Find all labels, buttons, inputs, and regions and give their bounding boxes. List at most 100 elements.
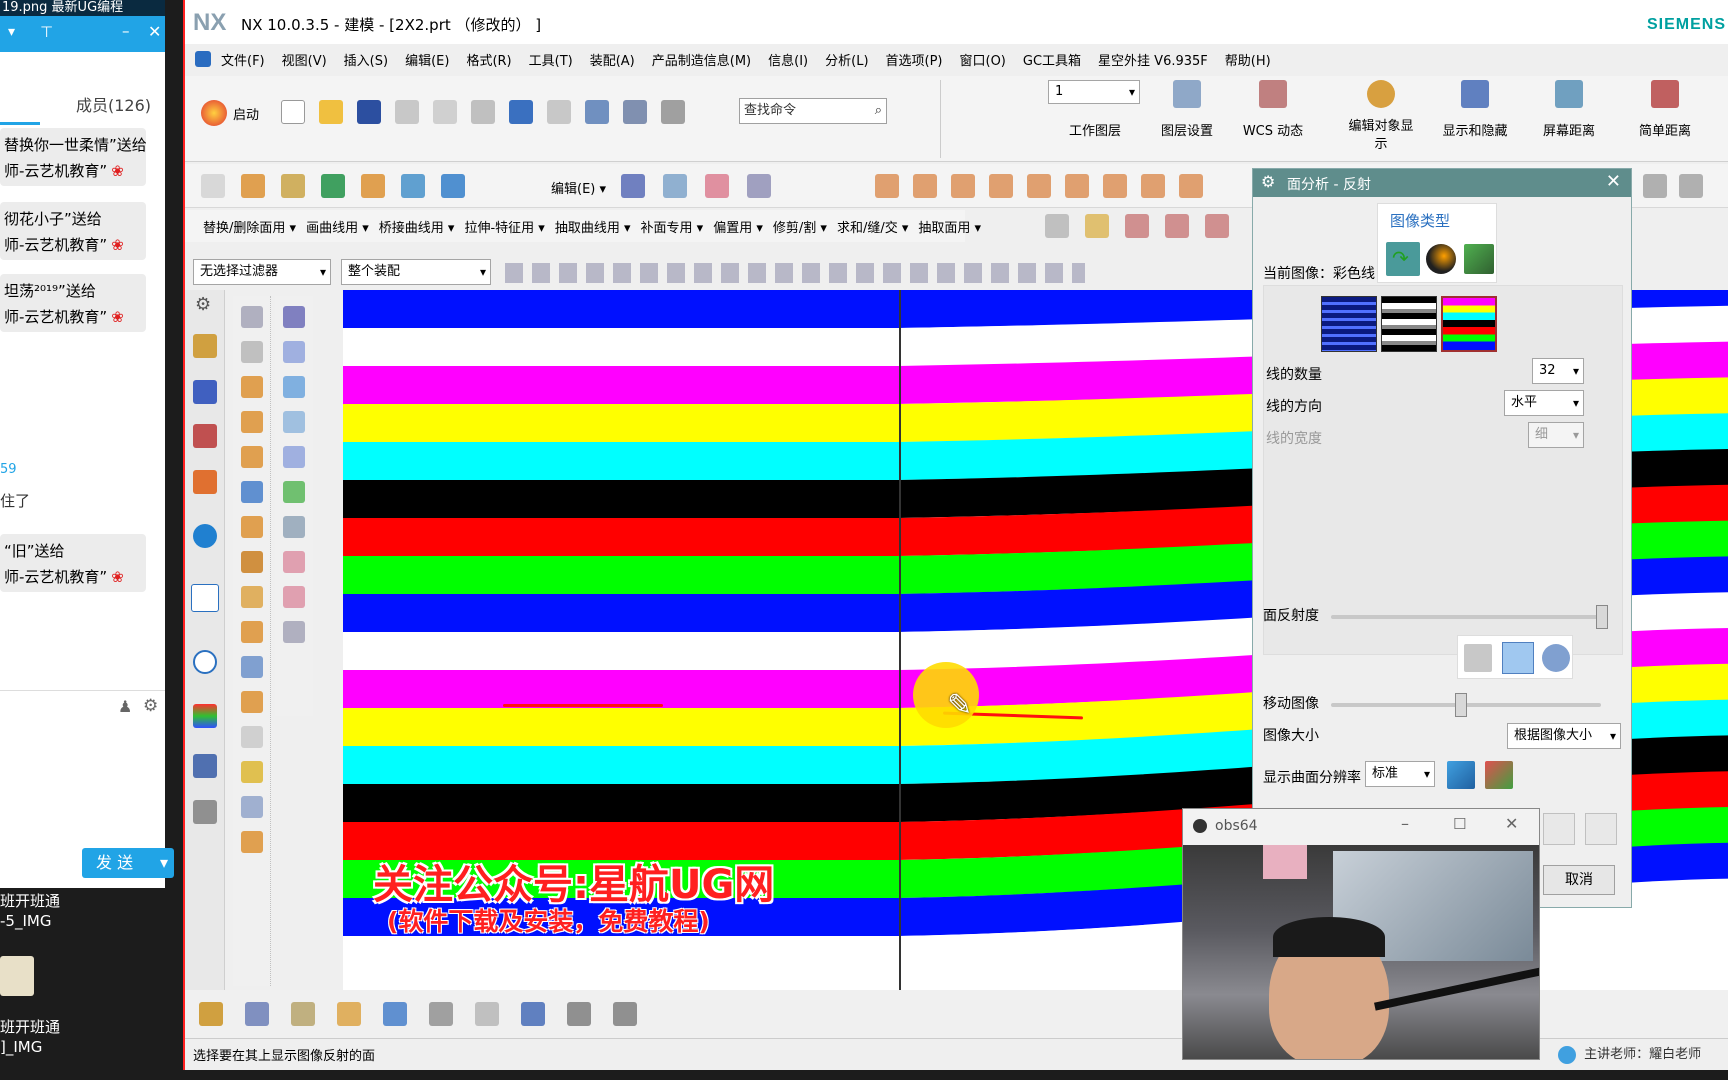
surface-icon[interactable]	[663, 174, 687, 198]
send-button[interactable]: 发 送 ▾	[82, 848, 174, 878]
draft-analysis-icon[interactable]	[245, 1002, 269, 1026]
color-settings-icon[interactable]	[1485, 761, 1513, 789]
analysis-icon[interactable]	[199, 1002, 223, 1026]
offset-icon[interactable]	[989, 174, 1013, 198]
slope-icon[interactable]	[383, 1002, 407, 1026]
array-icon[interactable]	[240, 621, 263, 643]
desktop-label[interactable]: ]_IMG	[0, 1038, 42, 1056]
menu-item-analysis[interactable]: 分析(L)	[825, 50, 868, 69]
studio-surface-icon[interactable]	[283, 586, 305, 608]
wcs-dynamic-button[interactable]: WCS 动态	[1241, 80, 1305, 152]
command-search[interactable]: 查找命令 ⌕	[739, 98, 887, 124]
pad-icon[interactable]	[240, 516, 263, 538]
cut-icon[interactable]	[395, 100, 419, 124]
close-icon[interactable]: ✕	[148, 22, 161, 41]
constraint-navigator-icon[interactable]	[193, 424, 217, 448]
search-icon[interactable]: ⌕	[875, 99, 882, 123]
pin-icon[interactable]: ⊤	[40, 23, 53, 41]
file-icon[interactable]	[0, 956, 34, 996]
reuse-library-icon[interactable]	[193, 470, 217, 494]
box-icon[interactable]	[240, 691, 263, 713]
work-layer-label[interactable]: 工作图层	[1069, 120, 1121, 139]
draft-icon[interactable]	[1027, 174, 1051, 198]
work-layer-select[interactable]: 1	[1048, 80, 1140, 104]
system-icon[interactable]	[193, 754, 217, 778]
cube-outline-icon[interactable]	[240, 796, 263, 818]
trim-curve-icon[interactable]	[1165, 214, 1189, 238]
deviation-icon[interactable]	[291, 1002, 315, 1026]
text-a-icon[interactable]	[567, 1002, 591, 1026]
menu-item-assembly[interactable]: 装配(A)	[590, 50, 635, 69]
unite-icon[interactable]	[875, 174, 899, 198]
menu-item-view[interactable]: 视图(V)	[282, 50, 327, 69]
image-file-icon[interactable]	[1464, 644, 1492, 672]
swept-surface-icon[interactable]	[283, 516, 305, 538]
reflection-icon[interactable]	[475, 1002, 499, 1026]
members-tab[interactable]: 成员(126)	[76, 92, 151, 116]
gear-icon[interactable]: ⚙	[143, 696, 158, 716]
trim-icon[interactable]	[747, 174, 771, 198]
text-height-icon[interactable]	[521, 1002, 545, 1026]
pink-surface-icon[interactable]	[283, 551, 305, 573]
chevron-down-icon[interactable]: ▾	[8, 24, 15, 40]
intersect-icon[interactable]	[951, 174, 975, 198]
menu-item-insert[interactable]: 插入(S)	[344, 50, 388, 69]
tool-menu-extract-face[interactable]: 抽取面用 ▾	[918, 217, 981, 236]
minimize-icon[interactable]: –	[1401, 814, 1409, 833]
point-icon[interactable]	[321, 174, 345, 198]
sketch-icon[interactable]	[201, 174, 225, 198]
ruled-icon[interactable]	[283, 411, 305, 433]
book-icon[interactable]	[240, 656, 263, 678]
selection-filter-select[interactable]: 无选择过滤器	[193, 259, 331, 285]
cone-icon[interactable]	[1085, 214, 1109, 238]
menu-item-tools[interactable]: 工具(T)	[529, 50, 573, 69]
menu-item-window[interactable]: 窗口(O)	[960, 50, 1006, 69]
minimize-icon[interactable]: –	[122, 22, 130, 40]
green-surface-icon[interactable]	[283, 481, 305, 503]
reflectivity-slider[interactable]	[1331, 605, 1608, 629]
extrude-icon[interactable]	[241, 174, 265, 198]
grid-surface-icon[interactable]	[283, 341, 305, 363]
curve-fork-icon[interactable]	[1125, 214, 1149, 238]
chevron-down-icon[interactable]: ▾	[160, 848, 168, 878]
radius-icon[interactable]	[429, 1002, 453, 1026]
menu-item-help[interactable]: 帮助(H)	[1225, 50, 1271, 69]
edit-display-button[interactable]: 编辑对象显示	[1345, 80, 1417, 158]
undo-icon[interactable]	[509, 100, 533, 124]
desktop-label[interactable]: 班开班通	[0, 890, 60, 911]
move-image-slider[interactable]	[1331, 693, 1601, 717]
image-gray-lines-button[interactable]	[1381, 296, 1437, 352]
layer-settings-button[interactable]: 图层设置	[1155, 80, 1219, 152]
roles-icon[interactable]	[193, 704, 217, 728]
start-button[interactable]: 启动	[201, 100, 259, 126]
screen-distance-button[interactable]: 屏幕距离	[1533, 80, 1605, 152]
mesh-surface-icon[interactable]	[283, 446, 305, 468]
image-type-user-button[interactable]	[1464, 244, 1494, 274]
part-navigator-icon[interactable]	[193, 334, 217, 358]
menu-item-gc-toolkit[interactable]: GC工具箱	[1023, 50, 1081, 69]
tool-menu-extract-curve[interactable]: 抽取曲线用 ▾	[555, 217, 631, 236]
people-icon[interactable]: ♟	[118, 697, 132, 716]
image-size-select[interactable]: 根据图像大小	[1507, 723, 1621, 749]
web-browser-icon[interactable]	[191, 584, 219, 612]
block-icon[interactable]	[240, 411, 263, 433]
dialog-tool-a[interactable]	[1543, 813, 1575, 845]
tool-menu-bridge[interactable]: 桥接曲线用 ▾	[379, 217, 455, 236]
replace-face-icon[interactable]	[1179, 174, 1203, 198]
pattern-icon[interactable]	[240, 551, 263, 573]
measure-icon[interactable]	[1045, 214, 1069, 238]
cylinder-icon[interactable]	[240, 376, 263, 398]
menu-item-preferences[interactable]: 首选项(P)	[886, 50, 943, 69]
chamfer-icon[interactable]	[1065, 174, 1089, 198]
rotate-icon[interactable]	[1679, 174, 1703, 198]
cancel-button[interactable]: 取消	[1543, 865, 1615, 895]
line-direction-select[interactable]: 水平	[1504, 390, 1584, 416]
close-icon[interactable]: ✕	[1505, 814, 1518, 833]
mesh-icon[interactable]	[705, 174, 729, 198]
delete-face-icon[interactable]	[1141, 174, 1165, 198]
blend-icon[interactable]	[441, 174, 465, 198]
tool-menu-replace[interactable]: 替换/删除面用 ▾	[203, 217, 296, 236]
close-icon[interactable]: ✕	[1606, 171, 1621, 192]
gear-icon[interactable]: ⚙	[195, 294, 211, 315]
image-type-sphere-button[interactable]	[1426, 244, 1456, 274]
